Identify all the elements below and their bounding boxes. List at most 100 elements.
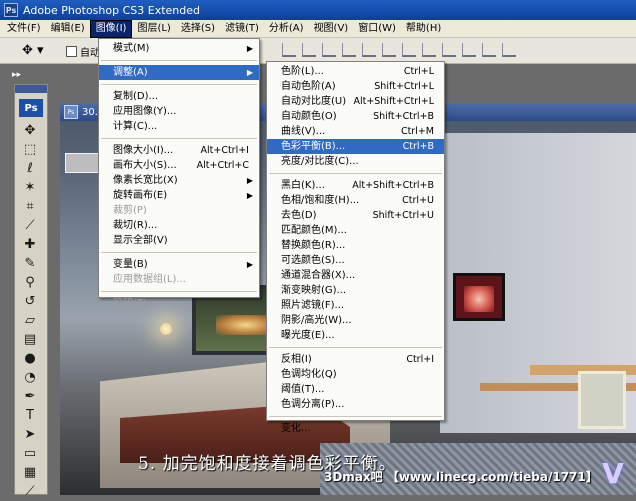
menu-item[interactable]: 色调均化(Q) bbox=[267, 367, 444, 382]
document-title: 30. bbox=[82, 106, 98, 118]
menu-item[interactable]: 反相(I) Ctrl+I bbox=[267, 352, 444, 367]
menu-item[interactable]: 匹配颜色(M)... bbox=[267, 223, 444, 238]
menu-item[interactable]: 变化... bbox=[267, 421, 444, 436]
path-selection-tool-icon[interactable]: ➤ bbox=[15, 425, 45, 444]
menu-item[interactable]: 复制(D)... bbox=[99, 89, 259, 104]
menu-item[interactable]: 照片滤镜(F)... bbox=[267, 298, 444, 313]
menu-1[interactable]: 编辑(E) bbox=[46, 21, 90, 37]
menu-item[interactable]: 亮度/对比度(C)... bbox=[267, 154, 444, 169]
menu-item[interactable]: 自动对比度(U) Alt+Shift+Ctrl+L bbox=[267, 94, 444, 109]
menu-item-shortcut: Alt+Ctrl+I bbox=[200, 145, 250, 156]
menu-item[interactable]: 自动色阶(A) Shift+Ctrl+L bbox=[267, 79, 444, 94]
gradient-tool-icon[interactable]: ▤ bbox=[15, 330, 45, 349]
move-tool-preset-icon[interactable]: ✥ ▾ bbox=[22, 42, 58, 60]
menu-item[interactable]: 色彩平衡(B)... Ctrl+B bbox=[267, 139, 444, 154]
menu-item-label: 色相/饱和度(H)... bbox=[281, 195, 360, 206]
healing-brush-tool-icon[interactable]: ✚ bbox=[15, 235, 45, 254]
align-center-icon[interactable] bbox=[362, 43, 376, 57]
eraser-tool-icon[interactable]: ▱ bbox=[15, 311, 45, 330]
menu-item[interactable]: 变量(B) ▶ bbox=[99, 257, 259, 272]
move-tool-icon[interactable]: ✥ bbox=[15, 121, 45, 140]
menu-item[interactable]: 阴影/高光(W)... bbox=[267, 313, 444, 328]
menu-item[interactable]: 替换颜色(R)... bbox=[267, 238, 444, 253]
menu-item[interactable]: 调整(A) ▶ bbox=[99, 65, 259, 80]
menu-5[interactable]: 滤镜(T) bbox=[220, 21, 264, 37]
auto-select-checkbox[interactable]: 自动 bbox=[66, 44, 100, 59]
menu-item[interactable]: 画布大小(S)... Alt+Ctrl+C bbox=[99, 158, 259, 173]
menu-item[interactable]: 通道混合器(X)... bbox=[267, 268, 444, 283]
menu-item[interactable]: 渐变映射(G)... bbox=[267, 283, 444, 298]
menu-2[interactable]: 图像(I) bbox=[89, 19, 133, 38]
menu-item[interactable]: 色相/饱和度(H)... Ctrl+U bbox=[267, 193, 444, 208]
clone-stamp-tool-icon[interactable]: ⚲ bbox=[15, 273, 45, 292]
distribute-middle-icon[interactable] bbox=[422, 43, 436, 57]
crop-tool-icon[interactable]: ⌗ bbox=[15, 197, 45, 216]
menu-item-label: 像素长宽比(X) bbox=[113, 175, 178, 186]
menu-item[interactable]: 可选颜色(S)... bbox=[267, 253, 444, 268]
magic-wand-tool-icon[interactable]: ✶ bbox=[15, 178, 45, 197]
eyedropper-sample-tool-icon[interactable]: ⟋ bbox=[15, 482, 45, 501]
notes-tool-icon[interactable]: ▦ bbox=[15, 463, 45, 482]
toolbox-header[interactable] bbox=[15, 85, 47, 93]
menu-item[interactable]: 色调分离(P)... bbox=[267, 397, 444, 412]
menu-item-label: 黑白(K)... bbox=[281, 180, 325, 191]
menu-9[interactable]: 帮助(H) bbox=[401, 21, 446, 37]
marquee-tool-icon[interactable]: ⬚ bbox=[15, 140, 45, 159]
dodge-tool-icon[interactable]: ◔ bbox=[15, 368, 45, 387]
type-tool-icon[interactable]: T bbox=[15, 406, 45, 425]
align-right-icon[interactable] bbox=[382, 43, 396, 57]
menu-item[interactable]: 像素长宽比(X) ▶ bbox=[99, 173, 259, 188]
menu-3[interactable]: 图层(L) bbox=[132, 21, 175, 37]
menu-item-label: 变化... bbox=[281, 423, 311, 434]
distribute-center-icon[interactable] bbox=[482, 43, 496, 57]
menu-item[interactable]: 阈值(T)... bbox=[267, 382, 444, 397]
menu-item[interactable]: 旋转画布(E) ▶ bbox=[99, 188, 259, 203]
menu-item[interactable]: 色阶(L)... Ctrl+L bbox=[267, 64, 444, 79]
menu-item-label: 曲线(V)... bbox=[281, 126, 326, 137]
menu-item-label: 反相(I) bbox=[281, 354, 312, 365]
menu-4[interactable]: 选择(S) bbox=[176, 21, 220, 37]
menu-item[interactable]: 显示全部(V) bbox=[99, 233, 259, 248]
menu-7[interactable]: 视图(V) bbox=[309, 21, 354, 37]
checkbox-box[interactable] bbox=[66, 46, 77, 57]
menu-item[interactable]: 裁切(R)... bbox=[99, 218, 259, 233]
menu-item[interactable]: 计算(C)... bbox=[99, 119, 259, 134]
distribute-bottom-icon[interactable] bbox=[442, 43, 456, 57]
align-bottom-icon[interactable] bbox=[322, 43, 336, 57]
brush-tool-icon[interactable]: ✎ bbox=[15, 254, 45, 273]
distribute-left-icon[interactable] bbox=[462, 43, 476, 57]
distribute-top-icon[interactable] bbox=[402, 43, 416, 57]
menu-item[interactable]: 去色(D) Shift+Ctrl+U bbox=[267, 208, 444, 223]
menu-8[interactable]: 窗口(W) bbox=[353, 21, 401, 37]
lasso-tool-icon[interactable]: ℓ bbox=[15, 159, 45, 178]
menu-item-label: 调整(A) bbox=[113, 67, 148, 78]
menu-item[interactable]: 曝光度(E)... bbox=[267, 328, 444, 343]
lamp-light bbox=[160, 323, 172, 335]
menu-item[interactable]: 自动颜色(O) Shift+Ctrl+B bbox=[267, 109, 444, 124]
panel-collapse-icon[interactable]: ▸▸ bbox=[12, 70, 21, 80]
watermark-text: 3Dmax吧 【www.linecg.com/tieba/1771】 bbox=[324, 470, 598, 484]
blur-tool-icon[interactable]: ● bbox=[15, 349, 45, 368]
menu-item-label: 色调均化(Q) bbox=[281, 369, 337, 380]
rectangle-tool-icon[interactable]: ▭ bbox=[15, 444, 45, 463]
align-top-icon[interactable] bbox=[282, 43, 296, 57]
distribute-right-icon[interactable] bbox=[502, 43, 516, 57]
window-title: Adobe Photoshop CS3 Extended bbox=[23, 3, 200, 17]
menu-6[interactable]: 分析(A) bbox=[264, 21, 309, 37]
menu-item[interactable]: 曲线(V)... Ctrl+M bbox=[267, 124, 444, 139]
ps-badge-icon[interactable]: Ps bbox=[19, 99, 43, 117]
menu-item-label: 显示全部(V) bbox=[113, 235, 168, 246]
menu-item[interactable]: 模式(M) ▶ bbox=[99, 41, 259, 56]
history-brush-tool-icon[interactable]: ↺ bbox=[15, 292, 45, 311]
menu-0[interactable]: 文件(F) bbox=[2, 21, 46, 37]
menu-item[interactable]: 应用图像(Y)... bbox=[99, 104, 259, 119]
align-left-icon[interactable] bbox=[342, 43, 356, 57]
eyedropper-tool-icon[interactable]: ⟋ bbox=[15, 216, 45, 235]
pen-tool-icon[interactable]: ✒ bbox=[15, 387, 45, 406]
menu-item[interactable]: 黑白(K)... Alt+Shift+Ctrl+B bbox=[267, 178, 444, 193]
menu-item-label: 去色(D) bbox=[281, 210, 317, 221]
menu-item-shortcut: Ctrl+M bbox=[400, 126, 434, 137]
menu-item-label: 裁切(R)... bbox=[113, 220, 158, 231]
align-middle-icon[interactable] bbox=[302, 43, 316, 57]
menu-item[interactable]: 图像大小(I)... Alt+Ctrl+I bbox=[99, 143, 259, 158]
